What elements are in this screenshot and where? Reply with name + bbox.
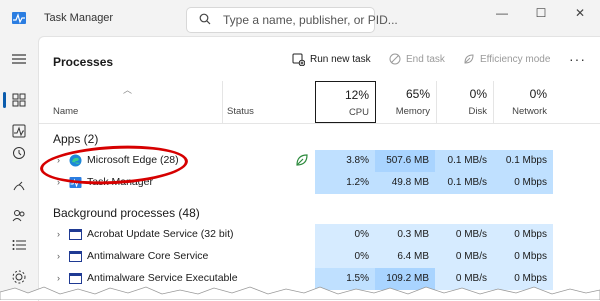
network-cell: 0 Mbps bbox=[493, 224, 553, 246]
process-name: Microsoft Edge (28) bbox=[87, 154, 179, 166]
network-cell: 0 Mbps bbox=[493, 172, 553, 194]
torn-edge-decoration bbox=[0, 286, 600, 300]
processes-panel: Processes Run new task End task Efficien… bbox=[38, 36, 600, 301]
memory-cell: 0.3 MB bbox=[375, 224, 435, 246]
efficiency-leaf-icon bbox=[296, 154, 308, 166]
window-title: Task Manager bbox=[44, 12, 114, 24]
disk-cell: 0.1 MB/s bbox=[435, 172, 493, 194]
app-history-nav-icon[interactable] bbox=[10, 144, 28, 162]
chevron-right-icon[interactable]: › bbox=[57, 251, 60, 261]
column-name[interactable]: Name bbox=[53, 106, 78, 117]
chevron-right-icon[interactable]: › bbox=[57, 155, 60, 165]
leaf-icon bbox=[464, 54, 474, 64]
column-network[interactable]: 0% Network bbox=[493, 81, 553, 123]
search-input[interactable]: Type a name, publisher, or PID... bbox=[186, 7, 398, 33]
chevron-right-icon[interactable]: › bbox=[57, 229, 60, 239]
disk-cell: 0 MB/s bbox=[435, 246, 493, 268]
table-row[interactable]: › Acrobat Update Service (32 bit) 0% 0.3… bbox=[39, 224, 600, 246]
minimize-button[interactable]: — bbox=[492, 6, 512, 20]
efficiency-mode-button[interactable]: Efficiency mode bbox=[463, 53, 550, 65]
end-task-icon bbox=[389, 53, 401, 65]
maximize-button[interactable]: ☐ bbox=[531, 6, 551, 20]
cpu-cell: 1.2% bbox=[315, 172, 375, 194]
table-row[interactable]: › Microsoft Edge (28) 3.8% 507.6 MB 0.1 … bbox=[39, 150, 600, 172]
column-cpu[interactable]: 12% CPU bbox=[315, 81, 376, 123]
table-row[interactable]: › Task Manager 1.2% 49.8 MB 0.1 MB/s 0 M… bbox=[39, 172, 600, 194]
page-title: Processes bbox=[53, 55, 114, 69]
network-cell: 0.1 Mbps bbox=[493, 150, 553, 172]
run-new-task-button[interactable]: Run new task bbox=[292, 53, 371, 66]
edge-icon bbox=[69, 154, 82, 167]
column-disk[interactable]: 0% Disk bbox=[436, 81, 493, 123]
table-row[interactable]: › Antimalware Core Service 0% 6.4 MB 0 M… bbox=[39, 246, 600, 268]
group-header-background: Background processes (48) bbox=[53, 206, 200, 220]
run-task-icon bbox=[292, 53, 305, 66]
more-options-button[interactable]: ··· bbox=[569, 51, 586, 67]
toolbar: Processes Run new task End task Efficien… bbox=[39, 37, 600, 81]
hamburger-menu-icon[interactable] bbox=[10, 50, 28, 68]
network-label: Network bbox=[512, 106, 547, 117]
process-name: Task Manager bbox=[87, 176, 153, 188]
run-new-task-label: Run new task bbox=[310, 54, 371, 65]
cpu-percent: 12% bbox=[344, 88, 369, 102]
search-placeholder: Type a name, publisher, or PID... bbox=[223, 13, 398, 27]
memory-cell: 49.8 MB bbox=[375, 172, 435, 194]
group-header-apps: Apps (2) bbox=[53, 132, 99, 146]
column-header: ︿ Name Status 12% CPU 65% Memory 0% Disk… bbox=[39, 81, 600, 124]
task-manager-icon bbox=[69, 177, 82, 188]
close-button[interactable]: ✕ bbox=[570, 6, 590, 20]
column-divider bbox=[222, 81, 223, 123]
process-name: Acrobat Update Service (32 bit) bbox=[87, 228, 234, 240]
sort-up-icon: ︿ bbox=[123, 85, 133, 95]
cpu-label: CPU bbox=[348, 107, 369, 118]
cpu-cell: 3.8% bbox=[315, 150, 375, 172]
end-task-label: End task bbox=[406, 53, 445, 65]
performance-nav-icon[interactable] bbox=[10, 122, 28, 140]
cpu-cell: 0% bbox=[315, 224, 375, 246]
disk-cell: 0 MB/s bbox=[435, 224, 493, 246]
search-icon bbox=[199, 13, 211, 25]
network-percent: 0% bbox=[529, 87, 547, 101]
task-manager-window: Task Manager Type a name, publisher, or … bbox=[0, 0, 600, 301]
service-icon bbox=[69, 229, 82, 240]
processes-nav-icon[interactable] bbox=[10, 91, 28, 109]
details-nav-icon[interactable] bbox=[10, 236, 28, 254]
active-nav-indicator bbox=[3, 92, 6, 108]
disk-cell: 0.1 MB/s bbox=[435, 150, 493, 172]
service-icon bbox=[69, 251, 82, 262]
cpu-cell: 0% bbox=[315, 246, 375, 268]
task-manager-app-icon bbox=[12, 12, 26, 24]
memory-percent: 65% bbox=[405, 87, 430, 101]
chevron-right-icon[interactable]: › bbox=[57, 177, 60, 187]
nav-rail bbox=[0, 36, 38, 300]
memory-cell: 6.4 MB bbox=[375, 246, 435, 268]
column-memory[interactable]: 65% Memory bbox=[376, 81, 436, 123]
column-status[interactable]: Status bbox=[227, 106, 254, 117]
efficiency-mode-label: Efficiency mode bbox=[480, 53, 551, 65]
disk-percent: 0% bbox=[469, 87, 487, 101]
end-task-button[interactable]: End task bbox=[389, 53, 445, 65]
process-name: Antimalware Core Service bbox=[87, 250, 209, 262]
memory-cell: 507.6 MB bbox=[375, 150, 435, 172]
disk-label: Disk bbox=[468, 106, 487, 117]
users-nav-icon[interactable] bbox=[10, 206, 28, 224]
startup-apps-nav-icon[interactable] bbox=[10, 177, 28, 195]
title-bar: Task Manager Type a name, publisher, or … bbox=[0, 0, 600, 36]
network-cell: 0 Mbps bbox=[493, 246, 553, 268]
memory-label: Memory bbox=[395, 106, 430, 117]
